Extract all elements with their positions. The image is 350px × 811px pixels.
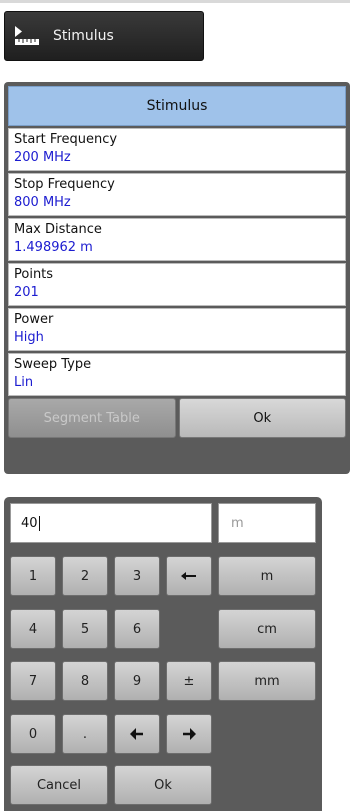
menu-item-label: Sweep Type bbox=[14, 357, 92, 372]
backspace-arrow-icon bbox=[181, 572, 196, 580]
top-divider bbox=[0, 0, 350, 3]
key-7[interactable]: 7 bbox=[10, 661, 56, 701]
decimal-point-key[interactable]: . bbox=[62, 714, 108, 754]
key-4[interactable]: 4 bbox=[10, 609, 56, 649]
key-5[interactable]: 5 bbox=[62, 609, 108, 649]
segment-table-button[interactable]: Segment Table bbox=[8, 398, 176, 438]
stimulus-menu: Stimulus Start Frequency 200 MHz Stop Fr… bbox=[4, 82, 350, 474]
unit-button-m[interactable]: m bbox=[218, 556, 316, 596]
menu-item-label: Points bbox=[14, 267, 54, 282]
menu-item-label: Stop Frequency bbox=[14, 177, 115, 192]
menu-item-power[interactable]: Power High bbox=[8, 308, 346, 351]
menu-item-value: 200 MHz bbox=[14, 150, 71, 165]
key-2[interactable]: 2 bbox=[62, 556, 108, 596]
unit-button-cm[interactable]: cm bbox=[218, 609, 316, 649]
entry-value: 40 bbox=[21, 515, 38, 531]
menu-title: Stimulus bbox=[8, 86, 346, 126]
menu-item-value: 201 bbox=[14, 285, 39, 300]
unit-display: m bbox=[218, 503, 316, 543]
menu-item-value: Lin bbox=[14, 375, 34, 390]
numeric-keypad: 40 m 1 2 3 m 4 5 6 cm 7 8 9 ± mm 0 . Can… bbox=[4, 497, 322, 811]
cancel-button[interactable]: Cancel bbox=[10, 765, 108, 805]
text-caret bbox=[38, 515, 40, 531]
ruler-icon bbox=[15, 26, 39, 45]
keypad-ok-button[interactable]: Ok bbox=[114, 765, 212, 805]
key-0[interactable]: 0 bbox=[10, 714, 56, 754]
menu-item-value: 1.498962 m bbox=[14, 240, 93, 255]
cursor-left-button[interactable] bbox=[114, 714, 160, 754]
key-6[interactable]: 6 bbox=[114, 609, 160, 649]
cursor-right-button[interactable] bbox=[166, 714, 212, 754]
menu-item-stop-frequency[interactable]: Stop Frequency 800 MHz bbox=[8, 173, 346, 216]
menu-item-label: Max Distance bbox=[14, 222, 102, 237]
key-8[interactable]: 8 bbox=[62, 661, 108, 701]
plus-minus-button[interactable]: ± bbox=[166, 661, 212, 701]
stimulus-button-label: Stimulus bbox=[53, 28, 114, 44]
menu-item-label: Start Frequency bbox=[14, 132, 118, 147]
unit-button-mm[interactable]: mm bbox=[218, 661, 316, 701]
menu-item-value: High bbox=[14, 330, 44, 345]
stimulus-button[interactable]: Stimulus bbox=[4, 11, 204, 61]
menu-item-label: Power bbox=[14, 312, 54, 327]
key-3[interactable]: 3 bbox=[114, 556, 160, 596]
menu-item-points[interactable]: Points 201 bbox=[8, 263, 346, 306]
menu-ok-button[interactable]: Ok bbox=[178, 398, 346, 438]
value-entry-field[interactable]: 40 bbox=[10, 503, 212, 543]
key-1[interactable]: 1 bbox=[10, 556, 56, 596]
backspace-button[interactable] bbox=[166, 556, 212, 596]
menu-item-start-frequency[interactable]: Start Frequency 200 MHz bbox=[8, 128, 346, 171]
arrow-right-icon bbox=[183, 728, 196, 740]
arrow-left-icon bbox=[130, 728, 143, 740]
menu-item-max-distance[interactable]: Max Distance 1.498962 m bbox=[8, 218, 346, 261]
menu-item-value: 800 MHz bbox=[14, 195, 71, 210]
menu-item-sweep-type[interactable]: Sweep Type Lin bbox=[8, 353, 346, 396]
key-9[interactable]: 9 bbox=[114, 661, 160, 701]
